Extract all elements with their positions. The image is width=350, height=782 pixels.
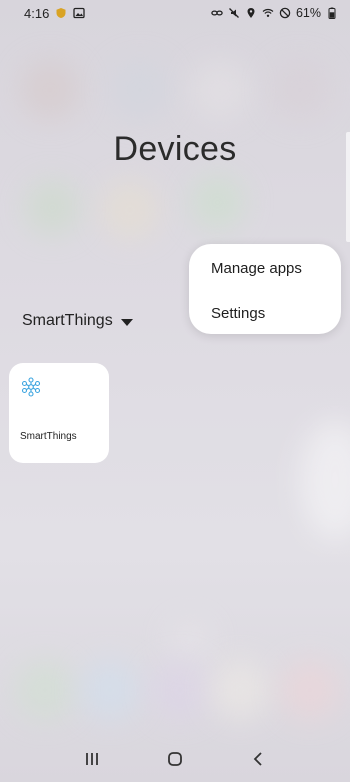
edge-panel-handle[interactable] xyxy=(346,132,350,242)
category-dropdown[interactable]: SmartThings xyxy=(22,312,133,330)
battery-icon xyxy=(326,7,338,19)
battery-percent: 61% xyxy=(295,6,321,20)
page-title: Devices xyxy=(113,130,237,168)
menu-item-settings[interactable]: Settings xyxy=(189,291,341,336)
smartthings-icon xyxy=(21,377,41,397)
menu-item-manage-apps[interactable]: Manage apps xyxy=(189,246,341,291)
back-button[interactable] xyxy=(238,744,278,774)
do-not-disturb-icon xyxy=(279,7,291,19)
link-icon xyxy=(211,7,223,19)
location-icon xyxy=(245,7,257,19)
wifi-icon xyxy=(262,7,274,19)
back-icon xyxy=(254,752,262,766)
home-button[interactable] xyxy=(155,744,195,774)
shield-icon xyxy=(55,7,67,19)
category-label: SmartThings xyxy=(22,312,113,329)
dropdown-caret-icon xyxy=(120,318,133,326)
recents-button[interactable] xyxy=(72,744,112,774)
status-time: 4:16 xyxy=(24,5,50,21)
device-card-label: SmartThings xyxy=(20,431,77,442)
gallery-icon xyxy=(73,7,85,19)
home-icon xyxy=(168,752,182,766)
recents-icon xyxy=(85,753,98,765)
mute-icon xyxy=(228,7,240,19)
status-bar: 4:16 61% xyxy=(0,0,350,26)
device-card[interactable]: SmartThings xyxy=(9,363,109,463)
navigation-bar xyxy=(0,736,350,782)
overflow-menu: Manage apps Settings xyxy=(189,244,341,334)
